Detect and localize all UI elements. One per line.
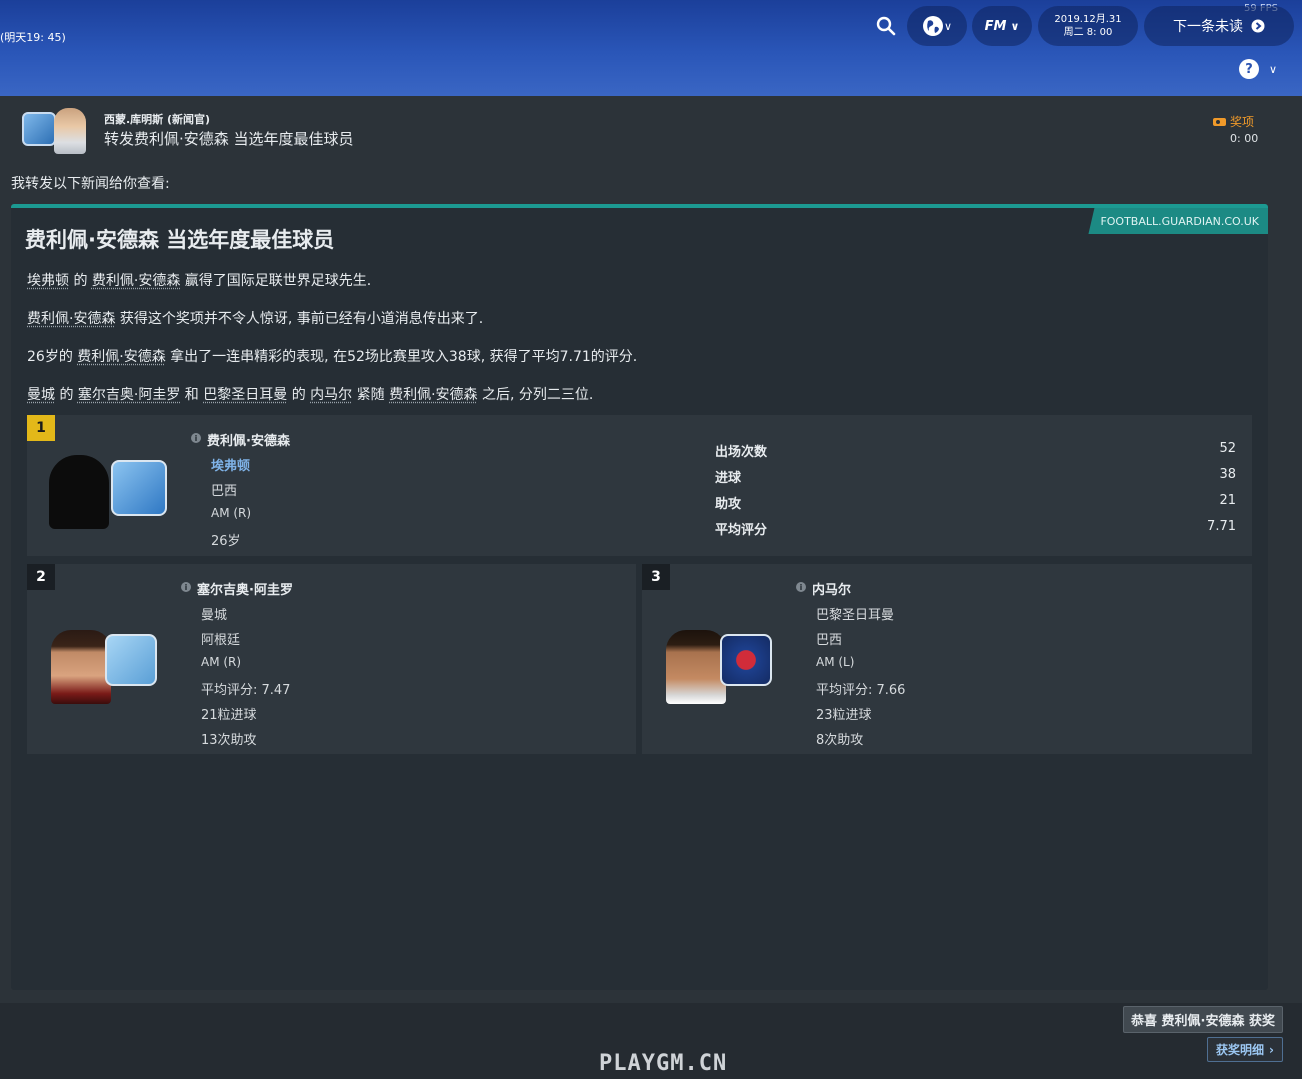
player-name[interactable]: 内马尔 [812, 579, 851, 598]
message-header: 西蒙.库明斯 (新闻官) 转发费利佩·安德森 当选年度最佳球员 奖项 0: 00 [0, 96, 1302, 162]
player-position: AM (L) [816, 655, 855, 669]
fm-menu-button[interactable]: FM ∨ [972, 6, 1032, 46]
rank-badge: 2 [27, 564, 55, 590]
article-headline: 费利佩·安德森 当选年度最佳球员 [25, 228, 335, 252]
player-name[interactable]: 费利佩·安德森 [207, 430, 290, 449]
stat-label: 进球 [715, 471, 742, 486]
stat-value: 52 [1219, 441, 1236, 456]
search-icon [876, 16, 896, 36]
player-assists: 13次助攻 [201, 733, 257, 748]
message-panel: 西蒙.库明斯 (新闻官) 转发费利佩·安德森 当选年度最佳球员 奖项 0: 00… [0, 96, 1302, 1003]
player-link[interactable]: 塞尔吉奥·阿圭罗 [78, 387, 180, 403]
info-icon[interactable]: i [191, 433, 201, 443]
congratulate-button[interactable]: 恭喜 费利佩·安德森 获奖 [1123, 1006, 1283, 1033]
club-link[interactable]: 埃弗顿 [27, 273, 69, 289]
chevron-right-icon: › [1269, 1042, 1274, 1057]
rank-badge: 1 [27, 415, 55, 441]
player-assists: 8次助攻 [816, 733, 864, 748]
player-photo[interactable] [49, 455, 109, 529]
status-time: (明天19: 45) [0, 31, 66, 44]
club-badge[interactable] [720, 634, 772, 686]
award-details-button[interactable]: 获奖明细 › [1207, 1037, 1283, 1062]
chevron-down-icon: ∨ [943, 19, 953, 33]
time-label: 周二 8: 00 [1063, 27, 1113, 38]
award-details-label: 获奖明细 [1216, 1043, 1265, 1057]
winner-card: 1 i 费利佩·安德森 埃弗顿 巴西 AM (R) 26岁 出场次数 52 进球… [27, 415, 1252, 556]
player-link[interactable]: 费利佩·安德森 [77, 349, 165, 365]
message-subject: 转发费利佩·安德森 当选年度最佳球员 [104, 130, 354, 148]
chevron-down-icon: ∨ [1010, 19, 1020, 33]
watermark: PLAYGM.CN [599, 1051, 728, 1076]
chevron-down-icon[interactable]: ∨ [1269, 63, 1277, 76]
message-time: 0: 00 [1230, 132, 1259, 145]
player-club[interactable]: 埃弗顿 [211, 455, 250, 474]
player-goals: 21粒进球 [201, 708, 257, 723]
player-link[interactable]: 费利佩·安德森 [389, 387, 477, 403]
club-link[interactable]: 曼城 [27, 387, 55, 403]
player-nation: 巴西 [816, 633, 843, 648]
player-rating: 平均评分: 7.66 [816, 683, 906, 698]
action-bar: 恭喜 费利佩·安德森 获奖 获奖明细 › PLAYGM.CN [0, 1003, 1302, 1079]
intro-text: 我转发以下新闻给你查看: [11, 176, 170, 192]
player-photo[interactable] [51, 630, 111, 704]
world-menu-button[interactable]: ∨ [907, 6, 967, 46]
player-name[interactable]: 塞尔吉奥·阿圭罗 [197, 579, 293, 598]
player-rating: 平均评分: 7.47 [201, 683, 291, 698]
search-button[interactable] [866, 6, 906, 46]
player-position: AM (R) [201, 655, 242, 669]
date-button[interactable]: 2019.12月.31 周二 8: 00 [1038, 6, 1138, 46]
player-age: 26岁 [211, 534, 241, 549]
stat-label: 助攻 [715, 497, 742, 512]
tag-icon [1213, 117, 1226, 126]
article-paragraph: 埃弗顿 的 费利佩·安德森 赢得了国际足联世界足球先生. [27, 273, 372, 289]
date-label: 2019.12月.31 [1054, 14, 1122, 25]
help-icon[interactable]: ? [1239, 59, 1259, 79]
player-link[interactable]: 费利佩·安德森 [92, 273, 180, 289]
next-unread-label: 下一条未读 [1173, 19, 1243, 35]
club-badge[interactable] [111, 460, 167, 516]
article-paragraph: 26岁的 费利佩·安德森 拿出了一连串精彩的表现, 在52场比赛里攻入38球, … [27, 349, 638, 365]
info-icon[interactable]: i [181, 582, 191, 592]
stat-label: 平均评分 [715, 523, 768, 538]
sender-name[interactable]: 西蒙.库明斯 (新闻官) [104, 111, 210, 127]
player-nation: 阿根廷 [201, 633, 241, 648]
club-badge [22, 112, 56, 146]
article-paragraph: 费利佩·安德森 获得这个奖项并不令人惊讶, 事前已经有小道消息传出来了. [27, 311, 484, 327]
player-club[interactable]: 曼城 [201, 604, 227, 623]
sender-avatar[interactable] [20, 108, 90, 154]
info-icon[interactable]: i [796, 582, 806, 592]
club-badge[interactable] [105, 634, 157, 686]
top-bar: (明天19: 45) 59 FPS ∨ FM ∨ 2019.12月.31 周二 … [0, 0, 1302, 96]
club-link[interactable]: 巴黎圣日耳曼 [203, 387, 287, 403]
news-source: FOOTBALL.GUARDIAN.CO.UK [1088, 208, 1268, 234]
stat-value: 21 [1219, 493, 1236, 508]
award-category-tag: 奖项 [1213, 113, 1254, 130]
avatar [54, 108, 86, 154]
rank-badge: 3 [642, 564, 670, 590]
next-unread-button[interactable]: 下一条未读 [1144, 6, 1294, 46]
player-link[interactable]: 费利佩·安德森 [27, 311, 115, 327]
arrow-right-circle-icon [1251, 19, 1265, 33]
player-club[interactable]: 巴黎圣日耳曼 [816, 604, 894, 623]
article-paragraph: 曼城 的 塞尔吉奥·阿圭罗 和 巴黎圣日耳曼 的 内马尔 紧随 费利佩·安德森 … [27, 387, 594, 403]
news-article: FOOTBALL.GUARDIAN.CO.UK 费利佩·安德森 当选年度最佳球员… [11, 204, 1268, 990]
player-nation: 巴西 [211, 484, 238, 499]
player-position: AM (R) [211, 506, 252, 520]
player-photo[interactable] [666, 630, 726, 704]
player-goals: 23粒进球 [816, 708, 872, 723]
third-place-card: 3 i 内马尔 巴黎圣日耳曼 巴西 AM (L) 平均评分: 7.66 23粒进… [642, 564, 1252, 754]
tag-label: 奖项 [1230, 115, 1255, 129]
globe-icon [922, 16, 943, 36]
player-link[interactable]: 内马尔 [310, 387, 352, 403]
help-menu[interactable]: ? ∨ [1239, 59, 1277, 79]
stat-value: 7.71 [1207, 519, 1236, 534]
runner-up-card: 2 i 塞尔吉奥·阿圭罗 曼城 阿根廷 AM (R) 平均评分: 7.47 21… [27, 564, 636, 754]
stat-label: 出场次数 [715, 445, 768, 460]
stat-value: 38 [1219, 467, 1236, 482]
fm-logo: FM [984, 18, 1007, 34]
